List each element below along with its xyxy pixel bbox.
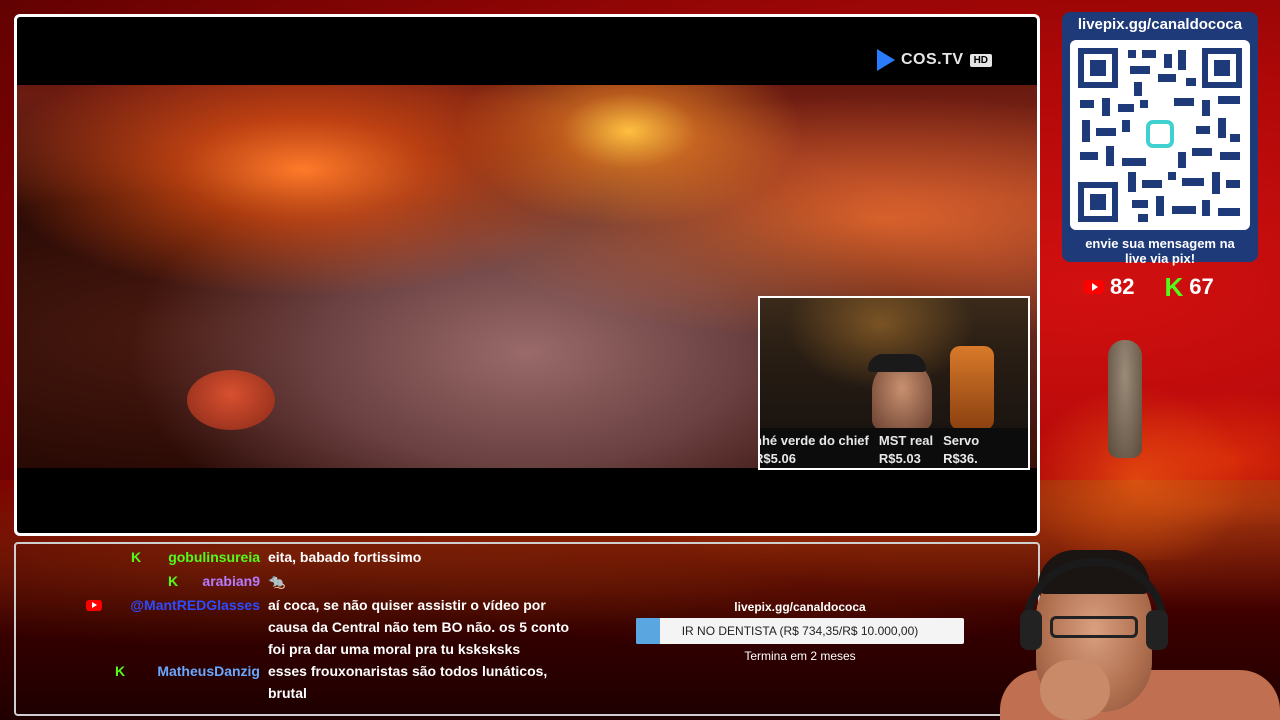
viewer-counts: 82 K 67 [1084, 272, 1264, 302]
ticker-item: Servo R$36. [943, 428, 980, 468]
chat-username[interactable]: arabian9 [186, 570, 260, 592]
ticker-name: nhé verde do chief [760, 433, 869, 448]
goal-label: IR NO DENTISTA (R$ 734,35/R$ 10.000,00) [681, 624, 919, 638]
streamer-webcam [1000, 520, 1280, 720]
chat-message: K MatheusDanzig esses frouxonaristas são… [16, 660, 547, 704]
chat-text: esses frouxonaristas são todos lunáticos… [268, 663, 548, 701]
hand [1040, 660, 1110, 720]
meerkat-graphic [1108, 340, 1142, 458]
cap [868, 354, 926, 372]
kick-viewer-count: K 67 [1164, 274, 1213, 300]
donation-ticker: nhé verde do chief R$5.06 MST real R$5.0… [760, 428, 1028, 468]
qr-code[interactable] [1070, 40, 1250, 230]
inner-webcam: nhé verde do chief R$5.06 MST real R$5.0… [758, 296, 1030, 470]
ticker-name: Servo [943, 433, 980, 448]
headset-earcup [1146, 610, 1168, 650]
gaming-chair [950, 346, 994, 430]
qr-message-line: envie sua mensagem na [1085, 236, 1235, 251]
ticker-amount: R$36. [943, 451, 978, 466]
livepix-qr-card: livepix.gg/canaldococa envie sua mensage… [1062, 12, 1258, 266]
video-player[interactable]: COS.TV HD nhé verde do chief R$5.06 MST … [14, 14, 1040, 536]
youtube-viewer-count: 82 [1084, 274, 1134, 300]
chat-username[interactable]: @MantREDGlasses [112, 594, 260, 616]
goal-url: livepix.gg/canaldococa [734, 600, 866, 614]
ticker-name: MST real [878, 433, 934, 448]
brand-name: COS.TV [901, 51, 964, 68]
chat-username[interactable]: gobulinsureia [156, 546, 260, 568]
ticker-item: MST real R$5.03 [878, 428, 934, 468]
youtube-icon [1084, 280, 1104, 294]
inner-room [760, 298, 1028, 430]
donation-goal: livepix.gg/canaldococa IR NO DENTISTA (R… [636, 598, 964, 668]
chat-message: K gobulinsureia eita, babado fortissimo [16, 546, 421, 568]
kick-icon: K [115, 663, 126, 679]
chat-text: eita, babado fortissimo [268, 549, 422, 565]
goal-progress-bar: IR NO DENTISTA (R$ 734,35/R$ 10.000,00) [636, 618, 964, 644]
qr-code-icon [1078, 48, 1242, 222]
ticker-amount: R$5.03 [878, 451, 921, 466]
chat-username[interactable]: MatheusDanzig [140, 660, 260, 682]
hd-badge: HD [969, 53, 993, 67]
cos-tv-logo: COS.TV HD [877, 49, 993, 71]
goal-progress-fill [636, 618, 660, 644]
chat-message: @MantREDGlasses aí coca, se não quiser a… [16, 594, 569, 660]
chat-text: aí coca, se não quiser assistir o vídeo … [268, 597, 570, 657]
glasses [1050, 616, 1138, 638]
kick-icon: K [131, 549, 142, 565]
chat-message: K arabian9 🐀 [16, 570, 285, 592]
ticker-item: nhé verde do chief R$5.06 [760, 428, 869, 468]
qr-message: envie sua mensagem na live via pix! [1062, 236, 1258, 266]
kick-count: 67 [1189, 274, 1214, 299]
chat-text: 🐀 [268, 573, 286, 589]
qr-message-line: live via pix! [1124, 251, 1196, 266]
qr-title: livepix.gg/canaldococa [1077, 16, 1243, 33]
kick-icon: K [1164, 272, 1184, 302]
headset-earcup [1020, 610, 1042, 650]
kick-icon: K [168, 573, 179, 589]
youtube-icon [86, 600, 102, 611]
play-logo-icon [877, 49, 895, 71]
ticker-amount: R$5.06 [760, 451, 796, 466]
goal-deadline: Termina em 2 meses [744, 649, 856, 663]
scene-object [187, 370, 275, 430]
youtube-count: 82 [1110, 274, 1135, 299]
